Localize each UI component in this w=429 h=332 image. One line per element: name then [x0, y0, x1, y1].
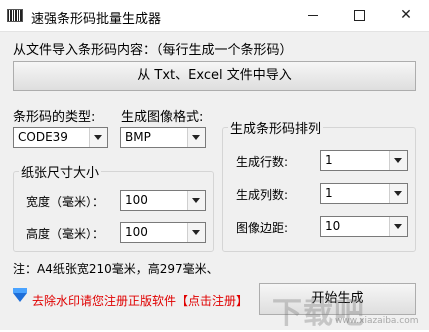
import-file-button[interactable]: 从 Txt、Excel 文件中导入: [13, 61, 416, 91]
image-format-label: 生成图像格式:: [121, 110, 204, 125]
rows-label: 生成行数:: [236, 155, 289, 169]
paper-height-label: 高度（毫米）：: [26, 227, 105, 241]
chevron-down-icon[interactable]: [389, 184, 407, 203]
image-format-select[interactable]: BMP: [120, 127, 206, 148]
barcode-layout-title: 生成条形码排列: [228, 118, 324, 137]
barcode-type-label: 条形码的类型:: [13, 110, 96, 125]
margin-label: 图像边距:: [236, 221, 289, 235]
chevron-down-icon[interactable]: [389, 151, 407, 170]
image-format-value: BMP: [125, 130, 151, 144]
margin-value: 10: [325, 219, 341, 233]
maximize-icon: [353, 9, 365, 21]
import-section-label: 从文件导入条形码内容：（每行生成一个条形码）: [13, 43, 293, 58]
paper-width-select[interactable]: 100: [120, 190, 206, 211]
barcode-icon: [7, 9, 23, 22]
paper-size-title: 纸张尺寸大小: [19, 162, 102, 181]
paper-height-select[interactable]: 100: [120, 222, 206, 243]
window-title: 速强条形码批量生成器: [31, 12, 162, 27]
margin-select[interactable]: 10: [320, 216, 408, 237]
paper-width-label: 宽度（毫米）：: [26, 195, 105, 209]
chevron-down-icon[interactable]: [187, 128, 205, 147]
app-window: 速强条形码批量生成器 ✕ 从文件导入条形码内容：（每行生成一个条形码） 从 Tx…: [0, 0, 429, 331]
cols-value: 1: [325, 186, 333, 200]
paper-width-value: 100: [125, 193, 148, 207]
chevron-down-icon[interactable]: [187, 223, 205, 242]
watermark-url: www.xiazaiba.com: [335, 316, 419, 326]
minimize-button[interactable]: [290, 0, 336, 31]
title-bar[interactable]: 速强条形码批量生成器 ✕: [0, 0, 429, 32]
chevron-down-icon[interactable]: [89, 128, 107, 147]
rows-select[interactable]: 1: [320, 150, 408, 171]
chevron-down-icon[interactable]: [389, 217, 407, 236]
minimize-icon: [308, 14, 318, 16]
rows-value: 1: [325, 153, 333, 167]
paper-height-value: 100: [125, 225, 148, 239]
barcode-type-select[interactable]: CODE39: [13, 127, 108, 148]
chevron-down-icon[interactable]: [187, 191, 205, 210]
close-button[interactable]: ✕: [383, 0, 429, 31]
register-link[interactable]: 去除水印请您注册正版软件【点击注册】: [32, 292, 248, 309]
cols-select[interactable]: 1: [320, 183, 408, 204]
barcode-type-value: CODE39: [18, 130, 68, 144]
diamond-icon: [13, 288, 27, 302]
maximize-button[interactable]: [336, 0, 382, 31]
a4-note: 注：A4纸张宽210毫米，高297毫米、: [13, 262, 219, 276]
cols-label: 生成列数:: [236, 188, 289, 202]
